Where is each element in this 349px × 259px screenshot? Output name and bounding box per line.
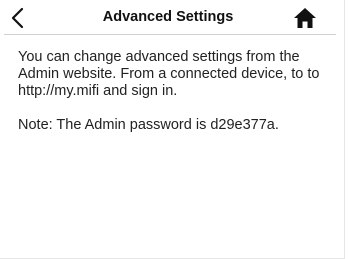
admin-password-note: Note: The Admin password is d29e377a. [18,117,279,133]
home-button[interactable] [292,6,318,30]
settings-info: You can change advanced settings from th… [18,49,336,134]
header-divider [4,34,336,35]
page-title: Advanced Settings [102,9,234,25]
home-icon [294,8,316,28]
advanced-settings-screen: Advanced Settings You can change advance… [0,0,349,259]
right-edge-divider [344,0,345,259]
description-text: You can change advanced settings from th… [18,49,320,99]
header-bar: Advanced Settings [0,0,336,34]
